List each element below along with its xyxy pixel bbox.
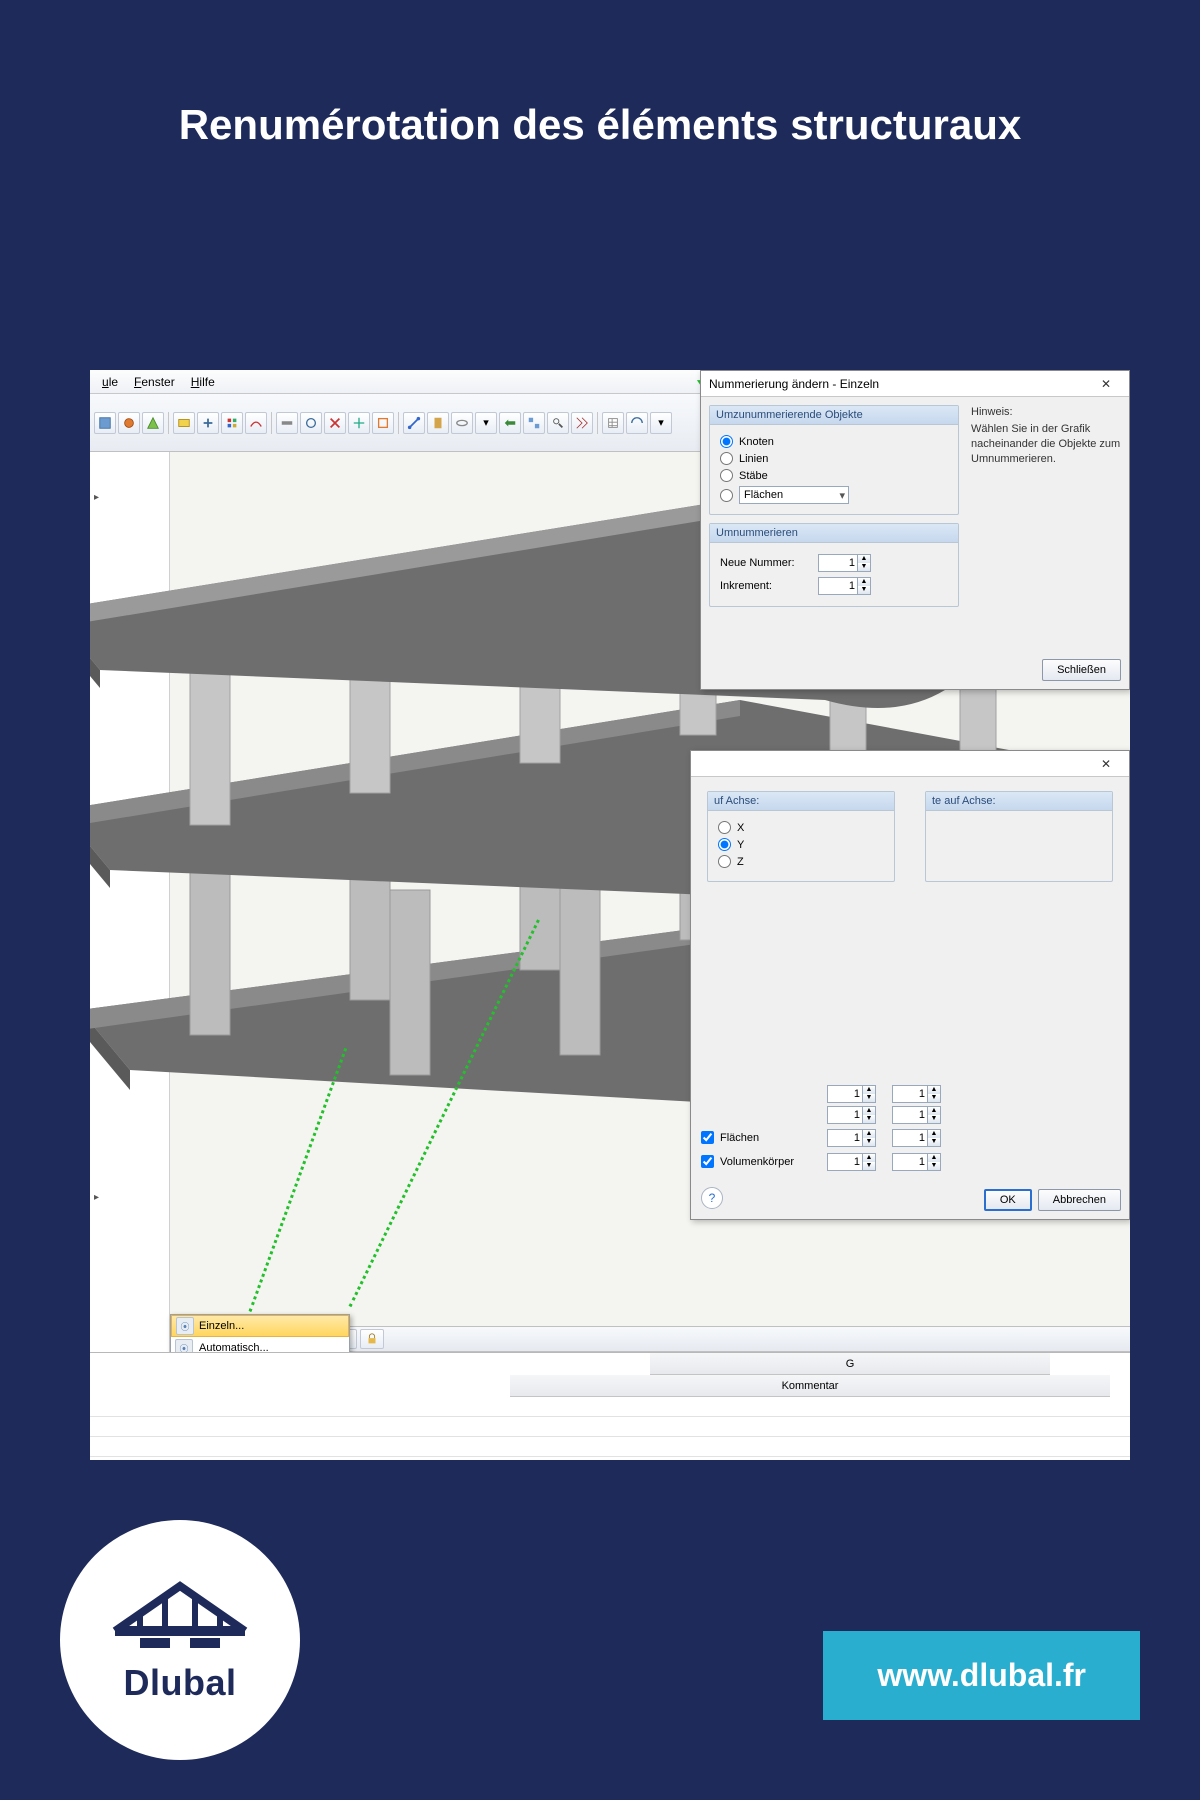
website-url: www.dlubal.fr [823,1631,1140,1720]
radio-label: Z [737,856,744,868]
cancel-button[interactable]: Abbrechen [1038,1189,1121,1211]
group-header: Umzunummerierende Objekte [710,406,958,425]
toolbar-button[interactable] [602,412,624,434]
toolbar-button[interactable] [245,412,267,434]
radio-knoten[interactable] [720,435,733,448]
left-panel: ▸ ▸ ▸ [90,452,170,1460]
toolbar-button[interactable]: ▾ [650,412,672,434]
spinner-input[interactable] [827,1106,863,1124]
radio-label: Y [737,839,744,851]
radio-axis-x[interactable] [718,821,731,834]
check-label: Volumenkörper [720,1156,794,1168]
radio-linien[interactable] [720,452,733,465]
radio-axis-z[interactable] [718,855,731,868]
toolbar-button[interactable] [324,412,346,434]
brand-logo: Dlubal [60,1520,300,1760]
field-label: Neue Nummer: [720,557,810,569]
dialog-title: Nummerierung ändern - Einzeln [709,377,879,391]
column-header: Kommentar [510,1375,1110,1397]
spinner-input[interactable] [892,1085,928,1103]
menu-item-einzeln[interactable]: ⦿ Einzeln... [171,1315,349,1337]
toolbar-button[interactable] [372,412,394,434]
surfaces-dropdown[interactable]: Flächen [739,486,849,504]
radio-staebe[interactable] [720,469,733,482]
spinner-input[interactable] [892,1153,928,1171]
check-volumen[interactable] [701,1155,714,1168]
menu-item[interactable]: ule [96,373,124,391]
toolbar-button[interactable] [499,412,521,434]
radio-dropdown[interactable] [720,489,733,502]
lock-icon[interactable] [360,1329,384,1349]
radio-label: Knoten [739,436,774,448]
toolbar-button[interactable] [451,412,473,434]
increment-spinner[interactable]: ▲▼ [818,577,871,595]
renumber-icon: ⦿ [176,1317,194,1335]
help-icon[interactable]: ? [701,1187,723,1209]
radio-label: Linien [739,453,768,465]
page-title: Renumérotation des éléments structuraux [0,0,1200,190]
menu-item[interactable]: Fenster [128,373,181,391]
radio-label: X [737,822,744,834]
new-number-spinner[interactable]: ▲▼ [818,554,871,572]
toolbar-button[interactable] [94,412,116,434]
toolbar-button[interactable] [403,412,425,434]
new-number-input[interactable] [818,554,858,572]
spinner-input[interactable] [892,1129,928,1147]
spinner-input[interactable] [827,1129,863,1147]
group-header: te auf Achse: [926,792,1112,811]
toolbar-button[interactable] [118,412,140,434]
close-icon[interactable]: ✕ [1091,377,1121,391]
toolbar-button[interactable] [276,412,298,434]
toolbar-button[interactable] [626,412,648,434]
brand-name: Dlubal [123,1662,236,1704]
dialog-renumber-single: Nummerierung ändern - Einzeln ✕ Umzunumm… [700,370,1130,690]
check-label: Flächen [720,1132,759,1144]
app-screenshot: ule Fenster Hilfe ▾ ▾ [90,370,1130,1460]
increment-input[interactable] [818,577,858,595]
column-header[interactable]: G [650,1353,1050,1375]
menu-item[interactable]: Hilfe [185,373,221,391]
spinner-input[interactable] [827,1085,863,1103]
toolbar-button[interactable] [427,412,449,434]
toolbar-button[interactable] [523,412,545,434]
group-header: uf Achse: [708,792,894,811]
spinner-input[interactable] [827,1153,863,1171]
dialog-renumber-auto: ✕ uf Achse: X Y Z te auf Achse: ▲▼ ▲▼ [690,750,1130,1220]
toolbar-button[interactable] [173,412,195,434]
toolbar-button[interactable] [571,412,593,434]
toolbar-button[interactable] [142,412,164,434]
field-label: Inkrement: [720,580,810,592]
bridge-icon [110,1576,250,1656]
toolbar-button[interactable] [348,412,370,434]
ok-button[interactable]: OK [984,1189,1032,1211]
radio-axis-y[interactable] [718,838,731,851]
data-table[interactable]: G Kommentar [90,1352,1130,1460]
close-icon[interactable]: ✕ [1091,757,1121,771]
hint-text: Hinweis: Wählen Sie in der Grafik nachei… [971,405,1121,466]
check-flaechen[interactable] [701,1131,714,1144]
toolbar-button[interactable] [197,412,219,434]
radio-label: Stäbe [739,470,768,482]
group-header: Umnummerieren [710,524,958,543]
toolbar-button[interactable] [221,412,243,434]
spinner-input[interactable] [892,1106,928,1124]
toolbar-button[interactable]: ▾ [475,412,497,434]
close-button[interactable]: Schließen [1042,659,1121,681]
toolbar-button[interactable] [300,412,322,434]
toolbar-button[interactable] [547,412,569,434]
